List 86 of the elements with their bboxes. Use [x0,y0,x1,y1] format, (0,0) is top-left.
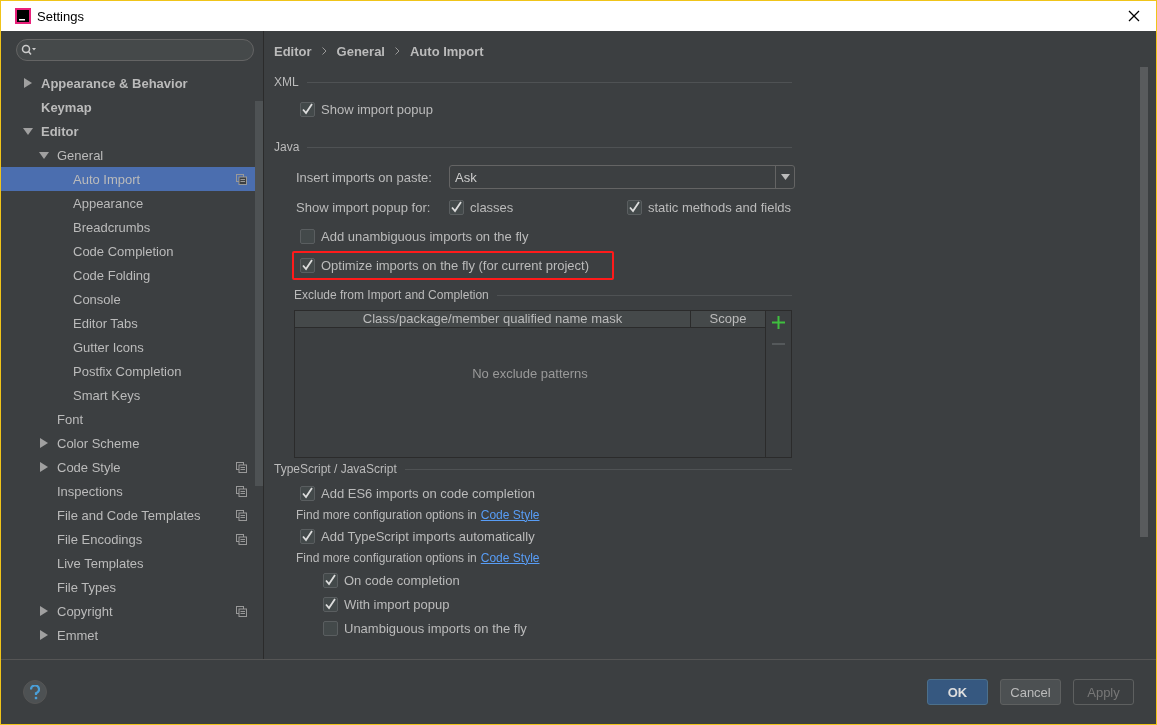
section-title: Java [274,140,300,154]
scrollbar-thumb[interactable] [1140,67,1148,537]
checkbox[interactable]: classes [449,194,514,220]
copy-icon [236,173,247,185]
tree-item[interactable]: Gutter Icons [1,335,255,359]
tree-item[interactable]: Copyright [1,599,255,623]
section-title: XML [274,75,299,89]
tree-item[interactable]: Editor Tabs [1,311,255,335]
checkbox[interactable]: On code completion [323,568,460,592]
app-logo-icon [15,8,31,24]
tree-item[interactable]: Keymap [1,95,255,119]
expand-arrow-icon[interactable] [23,126,33,136]
expand-arrow-icon[interactable] [39,438,49,448]
breadcrumb-item[interactable]: Auto Import [410,43,484,59]
expand-arrow-icon[interactable] [39,606,49,616]
chevron-icon [395,47,400,55]
tree-item[interactable]: Appearance [1,191,255,215]
checkmark-icon [324,597,337,611]
tree-item[interactable]: Editor [1,119,255,143]
add-icon[interactable] [772,316,785,329]
dialog-button[interactable]: Cancel [1000,679,1061,705]
copy-icon [236,509,247,521]
tree-item[interactable]: Console [1,287,255,311]
chevron-icon [321,47,327,55]
search-field[interactable] [16,39,254,61]
search-icon [21,44,37,56]
close-icon[interactable] [1128,10,1140,22]
tree-item[interactable]: Inspections [1,479,255,503]
tree-item[interactable]: Code Style [1,455,255,479]
window-title: Settings [37,8,85,24]
empty-message: No exclude patterns [472,366,588,382]
expand-arrow-icon[interactable] [39,462,49,472]
checkbox[interactable]: With import popup [323,592,450,616]
copy-icon [236,461,247,473]
field-label: Insert imports on paste: [295,169,433,185]
section-title: Exclude from Import and Completion [294,288,489,302]
column-header[interactable]: Class/package/member qualified name mask [295,311,691,327]
help-button[interactable] [23,680,47,704]
hint-text: Find more configuration options in [296,550,477,565]
tree-item[interactable]: File and Code Templates [1,503,255,527]
checkbox[interactable]: Show import popup [300,96,433,122]
tree-item[interactable]: Emmet [1,623,255,647]
checkbox[interactable]: Add ES6 imports on code completion [300,482,535,504]
checkbox[interactable]: Add TypeScript imports automatically [300,525,535,547]
expand-arrow-icon[interactable] [39,630,49,640]
tree-item[interactable]: General [1,143,255,167]
code-style-link[interactable]: Code Style [480,550,540,565]
checkmark-icon [301,259,314,272]
copy-icon [236,533,247,545]
checkbox[interactable]: Unambiguous imports on the fly [323,616,527,640]
tree-item[interactable]: Postfix Completion [1,359,255,383]
tree-item[interactable]: Smart Keys [1,383,255,407]
breadcrumb-item[interactable]: General [336,43,385,59]
checkbox[interactable]: Add unambiguous imports on the fly [300,223,529,250]
checkmark-icon [301,486,314,500]
checkmark-icon [324,573,337,587]
copy-icon [236,485,247,497]
tree-item[interactable]: Code Folding [1,263,255,287]
code-style-link[interactable]: Code Style [480,507,540,522]
tree-item[interactable]: File Types [1,575,255,599]
tree-item[interactable]: Breadcrumbs [1,215,255,239]
question-icon [30,684,40,700]
caret-icon [780,174,790,180]
dialog-button[interactable]: OK [927,679,988,705]
field-label: Show import popup for: [295,199,432,215]
section-title: TypeScript / JavaScript [274,462,397,476]
checkmark-icon [450,200,463,214]
hint-text: Find more configuration options in [296,507,477,522]
checkmark-icon [301,102,314,116]
scrollbar-thumb[interactable] [255,101,263,486]
expand-arrow-icon[interactable] [23,78,33,88]
checkbox[interactable]: Optimize imports on the fly (for current project) [300,252,590,279]
tree-item[interactable]: Color Scheme [1,431,255,455]
checkbox[interactable]: static methods and fields [626,194,791,220]
tree-item[interactable]: Live Templates [1,551,255,575]
checkmark-icon [301,529,314,543]
dropdown[interactable]: Ask [449,165,795,189]
copy-icon [236,605,247,617]
tree-item[interactable]: File Encodings [1,527,255,551]
breadcrumb-item[interactable]: Editor [274,43,312,59]
column-header[interactable]: Scope [691,311,765,327]
tree-item[interactable]: Code Completion [1,239,255,263]
tree-item[interactable]: Font [1,407,255,431]
checkmark-icon [627,200,641,214]
expand-arrow-icon[interactable] [39,150,49,160]
tree-item[interactable]: Appearance & Behavior [1,71,255,95]
